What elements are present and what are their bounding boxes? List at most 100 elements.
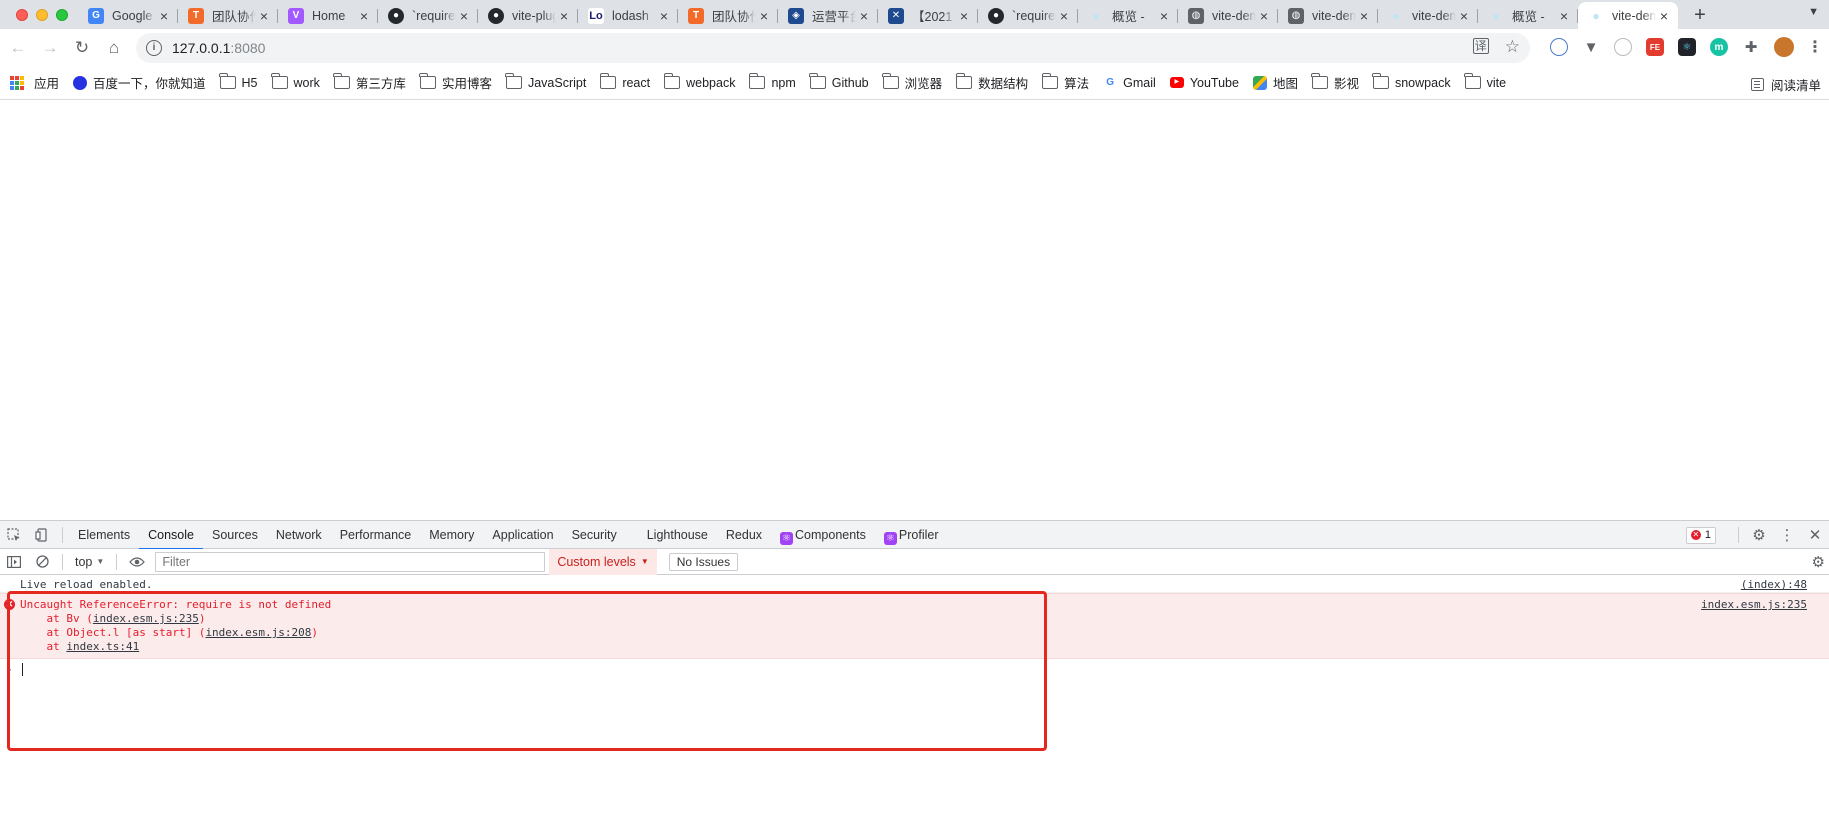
bookmark-item[interactable]: 实用博客	[419, 73, 492, 92]
tab-close-icon[interactable]: ×	[556, 8, 572, 24]
error-count-badge[interactable]: ✕ 1	[1685, 526, 1716, 544]
bookmark-item[interactable]: ▶ YouTube	[1169, 76, 1239, 90]
address-bar[interactable]: i 127.0.0.1:8080 译 ☆	[136, 33, 1530, 63]
tab-search-icon[interactable]: ▼	[1808, 6, 1819, 18]
bookmark-item[interactable]: 数据结构	[955, 73, 1028, 92]
minimize-window-button[interactable]	[36, 8, 48, 21]
home-button[interactable]: ⌂	[100, 34, 128, 62]
browser-tab[interactable]: ◍ vite-demo×	[1278, 2, 1378, 29]
bookmark-item[interactable]: vite	[1464, 73, 1506, 90]
bookmark-item[interactable]: 第三方库	[333, 73, 406, 92]
browser-tab[interactable]: Lo lodash ×	[578, 2, 678, 29]
bookmark-item[interactable]: 浏览器	[882, 73, 942, 92]
settings-gear-icon[interactable]: ⚙	[1745, 526, 1773, 544]
browser-tab[interactable]: G Google ×	[78, 2, 178, 29]
profile-avatar[interactable]	[1774, 37, 1794, 57]
translate-icon[interactable]: 译	[1472, 38, 1489, 54]
more-options-icon[interactable]: ⋮	[1773, 526, 1801, 544]
bookmark-item[interactable]: react	[599, 73, 650, 90]
console-settings-gear-icon[interactable]: ⚙	[1812, 553, 1825, 571]
extension-m-icon[interactable]: m	[1710, 38, 1728, 56]
bookmark-item[interactable]: G Gmail	[1103, 76, 1156, 90]
browser-tab[interactable]: T 团队协作 ×	[678, 2, 778, 29]
devtools-tab-components[interactable]: ⚛ Components	[771, 521, 875, 549]
browser-tab[interactable]: T 团队协作 ×	[178, 2, 278, 29]
reload-button[interactable]: ↻	[68, 34, 96, 62]
bookmark-star-icon[interactable]: ☆	[1505, 38, 1520, 56]
bookmark-item[interactable]: work	[271, 73, 320, 90]
tab-close-icon[interactable]: ×	[856, 8, 872, 24]
back-button[interactable]: ←	[4, 34, 32, 62]
bookmark-item[interactable]: webpack	[663, 73, 735, 90]
new-tab-button[interactable]: +	[1686, 2, 1714, 29]
tab-close-icon[interactable]: ×	[956, 8, 972, 24]
live-expression-eye-icon[interactable]	[123, 548, 151, 576]
bookmark-item[interactable]: 算法	[1041, 73, 1089, 92]
tab-close-icon[interactable]: ×	[1156, 8, 1172, 24]
devtools-tab-profiler[interactable]: ⚛ Profiler	[875, 521, 948, 549]
console-prompt[interactable]: ›	[0, 659, 1829, 679]
console-filter-input[interactable]	[155, 551, 546, 572]
url-text[interactable]: 127.0.0.1:8080	[172, 40, 265, 56]
bookmark-item[interactable]: snowpack	[1372, 73, 1451, 90]
tab-close-icon[interactable]: ×	[356, 8, 372, 24]
devtools-tab-application[interactable]: Application	[483, 521, 562, 549]
devtools-tab-elements[interactable]: Elements	[69, 521, 139, 549]
device-toolbar-icon[interactable]	[28, 521, 56, 549]
react-devtools-icon[interactable]: ⚛	[1678, 38, 1696, 56]
devtools-tab-memory[interactable]: Memory	[420, 521, 483, 549]
browser-tab[interactable]: ● 概览 - ×	[1078, 2, 1178, 29]
sidebar-toggle-icon[interactable]	[0, 548, 28, 576]
message-source-link[interactable]: index.esm.js:235	[1701, 598, 1807, 611]
browser-tab[interactable]: ● vite-demo×	[1378, 2, 1478, 29]
devtools-tab-security[interactable]: Security	[563, 521, 626, 549]
browser-tab[interactable]: ● vite-demo×	[1578, 2, 1678, 29]
tab-close-icon[interactable]: ×	[656, 8, 672, 24]
browser-tab[interactable]: ◍ vite-demo×	[1178, 2, 1278, 29]
issues-button[interactable]: No Issues	[668, 552, 739, 571]
browser-tab[interactable]: ● vite-plugin×	[478, 2, 578, 29]
devtools-tab-sources[interactable]: Sources	[203, 521, 267, 549]
browser-tab[interactable]: ✕ 【2021 ×	[878, 2, 978, 29]
extension-fe-icon[interactable]: FE	[1646, 38, 1664, 56]
close-window-button[interactable]	[16, 8, 28, 21]
tab-close-icon[interactable]: ×	[1256, 8, 1272, 24]
tab-close-icon[interactable]: ×	[256, 8, 272, 24]
browser-tab[interactable]: ● 概览 - ×	[1478, 2, 1578, 29]
devtools-tab-console[interactable]: Console	[139, 521, 203, 550]
tab-close-icon[interactable]: ×	[1356, 8, 1372, 24]
bookmark-item[interactable]: Github	[809, 73, 869, 90]
extension-clock-icon[interactable]	[1614, 38, 1632, 56]
bookmark-item[interactable]: 影视	[1311, 73, 1359, 92]
tab-close-icon[interactable]: ×	[1656, 8, 1672, 24]
bookmark-item[interactable]: H5	[219, 73, 258, 90]
browser-tab[interactable]: ◈ 运营平台 ×	[778, 2, 878, 29]
bookmark-item[interactable]: 地图	[1252, 73, 1298, 92]
browser-tab[interactable]: V Home ×	[278, 2, 378, 29]
bookmark-item[interactable]: npm	[748, 73, 796, 90]
tab-close-icon[interactable]: ×	[456, 8, 472, 24]
log-levels-dropdown[interactable]: Custom levels ▼	[549, 548, 657, 575]
tab-close-icon[interactable]: ×	[1056, 8, 1072, 24]
devtools-tab-redux[interactable]: Redux	[717, 521, 771, 549]
close-devtools-icon[interactable]: ✕	[1801, 526, 1829, 544]
stack-frame-link[interactable]: index.esm.js:208	[205, 626, 311, 639]
browser-tab[interactable]: ● `require ×	[978, 2, 1078, 29]
devtools-tab-network[interactable]: Network	[267, 521, 331, 549]
vue-devtools-icon[interactable]: ▼	[1582, 38, 1600, 56]
stack-frame-link[interactable]: index.esm.js:235	[93, 612, 199, 625]
reading-list-button[interactable]: 阅读清单	[1750, 75, 1821, 94]
extension-globe-icon[interactable]	[1550, 38, 1568, 56]
extensions-puzzle-icon[interactable]: ✚	[1742, 38, 1760, 56]
tab-close-icon[interactable]: ×	[1556, 8, 1572, 24]
inspect-element-icon[interactable]	[0, 521, 28, 549]
maximize-window-button[interactable]	[56, 8, 68, 21]
tab-close-icon[interactable]: ×	[1456, 8, 1472, 24]
clear-console-icon[interactable]	[28, 548, 56, 576]
bookmark-apps[interactable]: 应用	[10, 73, 59, 92]
stack-frame-link[interactable]: index.ts:41	[66, 640, 139, 653]
site-info-icon[interactable]: i	[146, 40, 162, 56]
forward-button[interactable]: →	[36, 34, 64, 62]
browser-tab[interactable]: ● `require ×	[378, 2, 478, 29]
message-source-link[interactable]: (index):48	[1741, 578, 1807, 591]
